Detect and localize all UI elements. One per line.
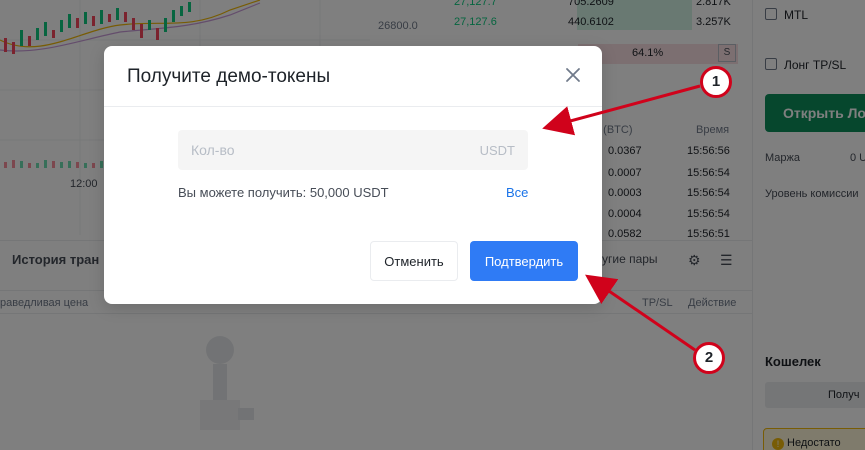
arrow-to-amount-field [542, 84, 701, 136]
annotation-badge-1: 1 [700, 66, 732, 98]
annotation-arrows [542, 84, 701, 352]
annotation-badge-2: 2 [693, 342, 725, 374]
arrow-to-confirm-button [585, 274, 696, 352]
